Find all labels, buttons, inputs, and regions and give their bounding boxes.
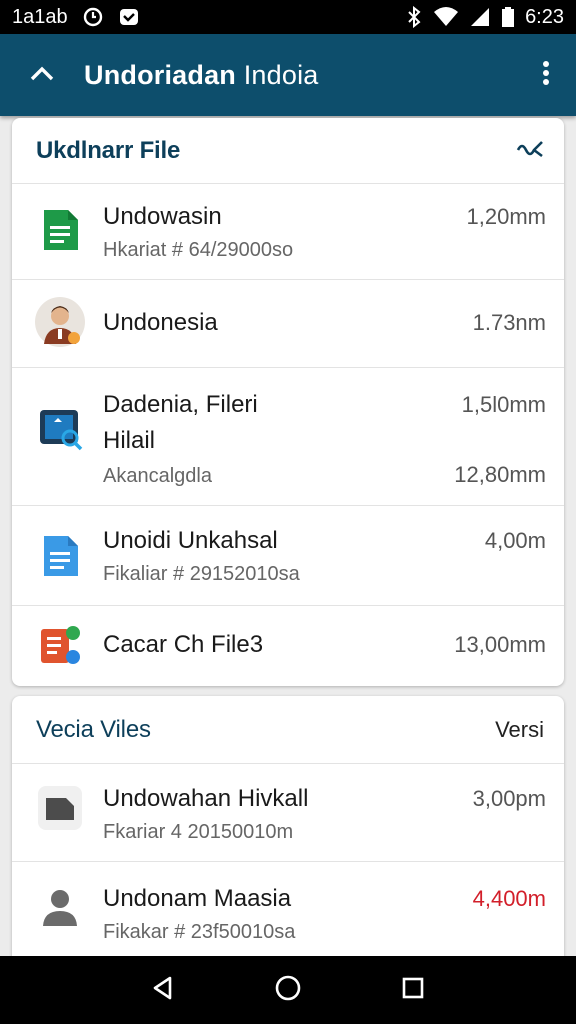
doc-icon [34, 530, 86, 582]
file-name: Dadenia, Fileri [103, 391, 258, 418]
file-size: 1,20mm [466, 204, 546, 229]
tablet-search-icon [34, 404, 86, 456]
notification-icon [118, 6, 140, 28]
folder-icon [34, 782, 86, 834]
app-bar: Undoriadan Indoia [0, 34, 576, 116]
file-meta: Fikaliar # 29152010sa [103, 563, 300, 585]
recents-square-icon [401, 976, 425, 1005]
back-triangle-icon [150, 975, 176, 1006]
overflow-menu-button[interactable] [516, 34, 576, 116]
file-name: Undonesia [103, 309, 218, 336]
wifi-icon [433, 6, 459, 28]
person-icon [34, 880, 86, 932]
file-row[interactable]: Undowahan Hivkall Fkariar 4 20150010m 3,… [12, 764, 564, 862]
bluetooth-icon [405, 6, 423, 28]
multi-file-icon [34, 620, 86, 672]
file-size-alert: 4,400m [472, 886, 546, 911]
file-name: Undowasin [103, 203, 222, 230]
file-row[interactable]: Cacar Ch File3 13,00mm [12, 606, 564, 686]
status-bar: 1a1ab 6:23 [0, 0, 576, 34]
file-size: 3,00pm [472, 786, 546, 811]
recent-files-card: Ukdlnarr File Undowasin Hkariat # 64/290… [12, 118, 564, 686]
carrier-label: 1a1ab [12, 5, 68, 28]
file-meta: Fikakar # 23f50010sa [103, 921, 296, 943]
recent-files-header: Ukdlnarr File [12, 118, 564, 184]
file-row[interactable]: Unoidi Unkahsal Fikaliar # 29152010sa 4,… [12, 506, 564, 606]
page-title-light: Indoia [236, 59, 319, 90]
file-name: Undonam Maasia [103, 885, 292, 912]
file-size: 1,5l0mm [461, 392, 546, 417]
up-button[interactable] [0, 34, 84, 116]
home-button[interactable] [258, 960, 318, 1020]
person-avatar-icon [34, 296, 86, 348]
file-size: 13,00mm [454, 632, 546, 657]
more-vert-icon [542, 60, 550, 91]
home-circle-icon [274, 974, 302, 1007]
file-size-secondary: 12,80mm [454, 462, 546, 487]
sync-icon [82, 6, 104, 28]
chevron-up-icon [29, 64, 55, 87]
recent-files-title: Ukdlnarr File [36, 136, 181, 164]
vecia-files-card: Vecia Viles Versi Undowahan Hivkall Fkar… [12, 696, 564, 976]
file-row[interactable]: Undowasin Hkariat # 64/29000so 1,20mm [12, 184, 564, 280]
vecia-files-header: Vecia Viles Versi [12, 696, 564, 764]
version-button[interactable]: Versi [495, 717, 544, 743]
battery-icon [501, 6, 515, 28]
file-name: Cacar Ch File3 [103, 631, 264, 658]
vecia-files-title: Vecia Viles [36, 715, 151, 743]
page-title-strong: Undoriadan [84, 59, 237, 90]
system-nav-bar [0, 956, 576, 1024]
share-icon[interactable] [516, 138, 544, 164]
back-button[interactable] [133, 960, 193, 1020]
file-name: Undowahan Hivkall [103, 785, 309, 812]
page-title: Undoriadan Indoia [84, 60, 318, 91]
clock-label: 6:23 [525, 5, 564, 28]
file-name-line-2: Hilail [103, 427, 156, 454]
sheet-icon [34, 204, 86, 256]
signal-icon [469, 6, 491, 28]
file-row[interactable]: Undonesia 1.73nm [12, 280, 564, 368]
file-size: 4,00m [484, 528, 546, 553]
file-name: Unoidi Unkahsal [103, 527, 278, 554]
file-meta: Akancalgdla [103, 465, 212, 487]
file-meta: Hkariat # 64/29000so [103, 239, 294, 261]
file-row[interactable]: Dadenia, Fileri Hilail Akancalgdla 1,5l0… [12, 368, 564, 506]
file-size: 1.73nm [472, 310, 546, 335]
file-meta: Fkariar 4 20150010m [103, 821, 294, 843]
recents-button[interactable] [383, 960, 443, 1020]
